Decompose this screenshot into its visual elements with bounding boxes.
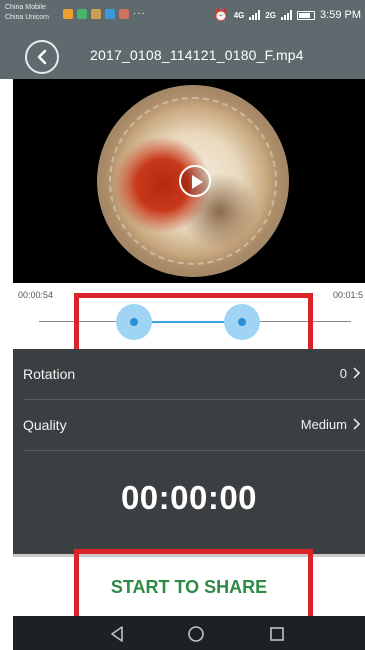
quality-label: Quality [23, 417, 67, 433]
chevron-right-icon [353, 367, 361, 379]
triangle-back-icon[interactable] [108, 625, 126, 643]
carrier-2: China Unicom [5, 14, 49, 21]
rotation-row[interactable]: Rotation 0 [13, 349, 365, 399]
signal-icon [249, 10, 261, 20]
status-right: ⏰ 4G 2G 3:59 PM [214, 8, 361, 22]
highlight-box-share [74, 549, 313, 621]
notification-icons: ··· [63, 9, 146, 19]
quality-value: Medium [300, 417, 347, 432]
trim-end-time: 00:01:5 [332, 290, 363, 300]
battery-icon [297, 10, 316, 20]
circle-home-icon[interactable] [187, 625, 205, 643]
carrier-info: China Mobile China Unicom [5, 3, 49, 23]
settings-panel: Rotation 0 Quality Medium 00:00:00 [13, 349, 365, 554]
quality-row[interactable]: Quality Medium [13, 400, 365, 450]
alarm-icon: ⏰ [213, 8, 229, 22]
carrier-1: China Mobile [5, 4, 46, 11]
app-notification-icon [105, 9, 115, 19]
play-icon [192, 175, 203, 189]
app-notification-icon [91, 9, 101, 19]
clock: 3:59 PM [320, 9, 361, 21]
title-bar: 2017_0108_114121_0180_F.mp4 [0, 33, 365, 79]
play-button[interactable] [179, 165, 211, 197]
divider [23, 450, 365, 451]
network-type-1: 4G [233, 10, 245, 20]
file-title: 2017_0108_114121_0180_F.mp4 [90, 47, 304, 63]
back-button[interactable] [25, 40, 59, 74]
app-notification-icon [63, 9, 73, 19]
rotation-value: 0 [339, 366, 347, 381]
square-recent-icon[interactable] [268, 625, 286, 643]
status-bar: China Mobile China Unicom ··· ⏰ 4G 2G 3:… [0, 0, 365, 33]
chevron-right-icon [353, 418, 361, 430]
signal-icon-2 [281, 10, 293, 20]
app-notification-icon [119, 9, 129, 19]
trim-start-time: 00:00:54 [18, 290, 54, 300]
rotation-label: Rotation [23, 366, 76, 382]
chevron-left-icon [37, 49, 47, 65]
navigation-bar [13, 616, 365, 650]
recording-timer: 00:00:00 [120, 479, 258, 516]
video-preview[interactable] [13, 79, 365, 283]
app-notification-icon [77, 9, 87, 19]
more-notifications-icon: ··· [133, 8, 146, 19]
network-type-2: 2G [265, 10, 277, 20]
